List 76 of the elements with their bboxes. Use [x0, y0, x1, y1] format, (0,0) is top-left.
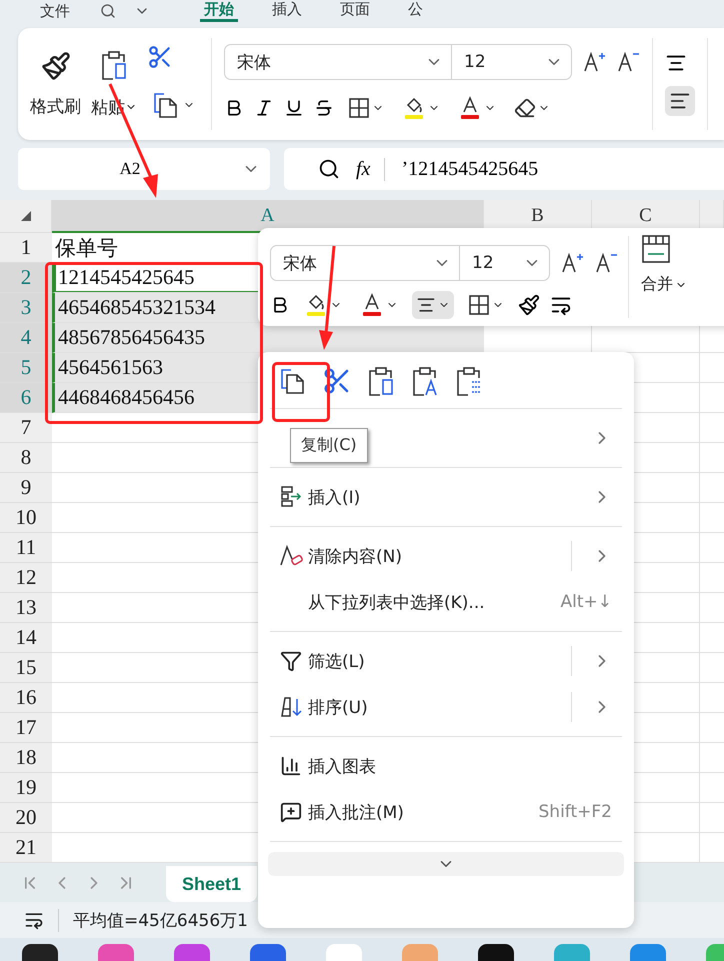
formula-field[interactable]: fx ’1214545425645: [284, 148, 724, 190]
sheet-tab[interactable]: Sheet1: [166, 866, 258, 902]
row-header[interactable]: 9: [0, 473, 52, 503]
corner-header[interactable]: [0, 200, 52, 233]
font-shrink-icon[interactable]: [594, 251, 618, 275]
brush-icon[interactable]: [518, 294, 540, 316]
copy-tooltip: 复制(C): [290, 428, 368, 463]
brush-icon: [40, 50, 70, 80]
menu-item[interactable]: 插入图表: [270, 743, 622, 789]
eraser-icon: [514, 97, 536, 119]
row-header[interactable]: 4: [0, 323, 52, 353]
menu-item[interactable]: 插入(I): [270, 474, 622, 520]
cut-icon[interactable]: [147, 44, 173, 70]
row-header[interactable]: 8: [0, 443, 52, 473]
row-header[interactable]: 1: [0, 233, 52, 263]
borders-icon: [348, 97, 370, 119]
font-color-icon: [458, 96, 482, 120]
search-icon[interactable]: [100, 3, 116, 19]
ribbon-tab[interactable]: 公: [404, 0, 427, 22]
format-painter-button[interactable]: 格式刷: [30, 50, 81, 118]
ribbon-tab[interactable]: 开始: [200, 0, 238, 22]
align-button[interactable]: [412, 291, 454, 319]
align-left-button[interactable]: [665, 86, 695, 116]
row-header[interactable]: 16: [0, 683, 52, 713]
table-cell: 48567856456435: [52, 323, 484, 353]
sort-icon: [280, 696, 304, 718]
row-header[interactable]: 2: [0, 263, 52, 293]
borders-icon: [468, 294, 490, 316]
merge-cells-icon[interactable]: [641, 234, 671, 264]
font-select[interactable]: 宋体 12: [224, 44, 572, 80]
menu-item[interactable]: 清除内容(N): [270, 533, 622, 579]
column-header[interactable]: A: [52, 200, 484, 233]
row-header[interactable]: 21: [0, 833, 52, 863]
fill-color-icon: [304, 293, 328, 317]
row-header[interactable]: 14: [0, 623, 52, 653]
row-header[interactable]: 10: [0, 503, 52, 533]
row-header[interactable]: 12: [0, 563, 52, 593]
row-header[interactable]: 19: [0, 773, 52, 803]
merge-button[interactable]: 合并: [641, 274, 687, 295]
underline-icon[interactable]: [284, 98, 304, 118]
font-color-icon: [360, 293, 384, 317]
zoom-icon[interactable]: [318, 158, 340, 180]
annotation-frame: [272, 362, 330, 422]
comment-add-icon: [280, 801, 302, 823]
ribbon-tab[interactable]: 插入: [268, 0, 306, 22]
row-header[interactable]: 3: [0, 293, 52, 323]
strikethrough-icon[interactable]: [314, 98, 334, 118]
row-header[interactable]: 11: [0, 533, 52, 563]
font-select[interactable]: 宋体 12: [270, 245, 550, 281]
menu-item[interactable]: 插入批注(M) Shift+F2: [270, 789, 622, 835]
menu-item[interactable]: 筛选(L): [270, 638, 622, 684]
fill-color-icon: [402, 96, 426, 120]
paste-icon: [99, 50, 129, 82]
ribbon-tab[interactable]: 页面: [336, 0, 374, 22]
font-grow-icon[interactable]: [560, 251, 584, 275]
status-text: 平均值=45亿6456万1: [58, 908, 248, 932]
row-header[interactable]: 20: [0, 803, 52, 833]
filter-icon: [280, 650, 302, 672]
name-box[interactable]: A2: [18, 148, 270, 190]
row-header[interactable]: 7: [0, 413, 52, 443]
paste-icon[interactable]: [366, 366, 396, 398]
menu-item[interactable]: 从下拉列表中选择(K)... Alt+↓: [270, 579, 622, 625]
font-shrink-icon[interactable]: [616, 50, 640, 74]
chart-icon: [280, 755, 302, 777]
row-header[interactable]: 13: [0, 593, 52, 623]
row-header[interactable]: 6: [0, 383, 52, 413]
clear-format-icon: [280, 545, 304, 567]
insert-cells-icon: [280, 486, 304, 508]
file-menu[interactable]: 文件: [40, 2, 70, 20]
select-all-icon: [20, 211, 30, 221]
row-header[interactable]: 18: [0, 743, 52, 773]
font-grow-icon[interactable]: [582, 50, 606, 74]
row-header[interactable]: 17: [0, 713, 52, 743]
menu-item[interactable]: 排序(U): [270, 684, 622, 730]
row-header[interactable]: 5: [0, 353, 52, 383]
row-header[interactable]: 15: [0, 653, 52, 683]
